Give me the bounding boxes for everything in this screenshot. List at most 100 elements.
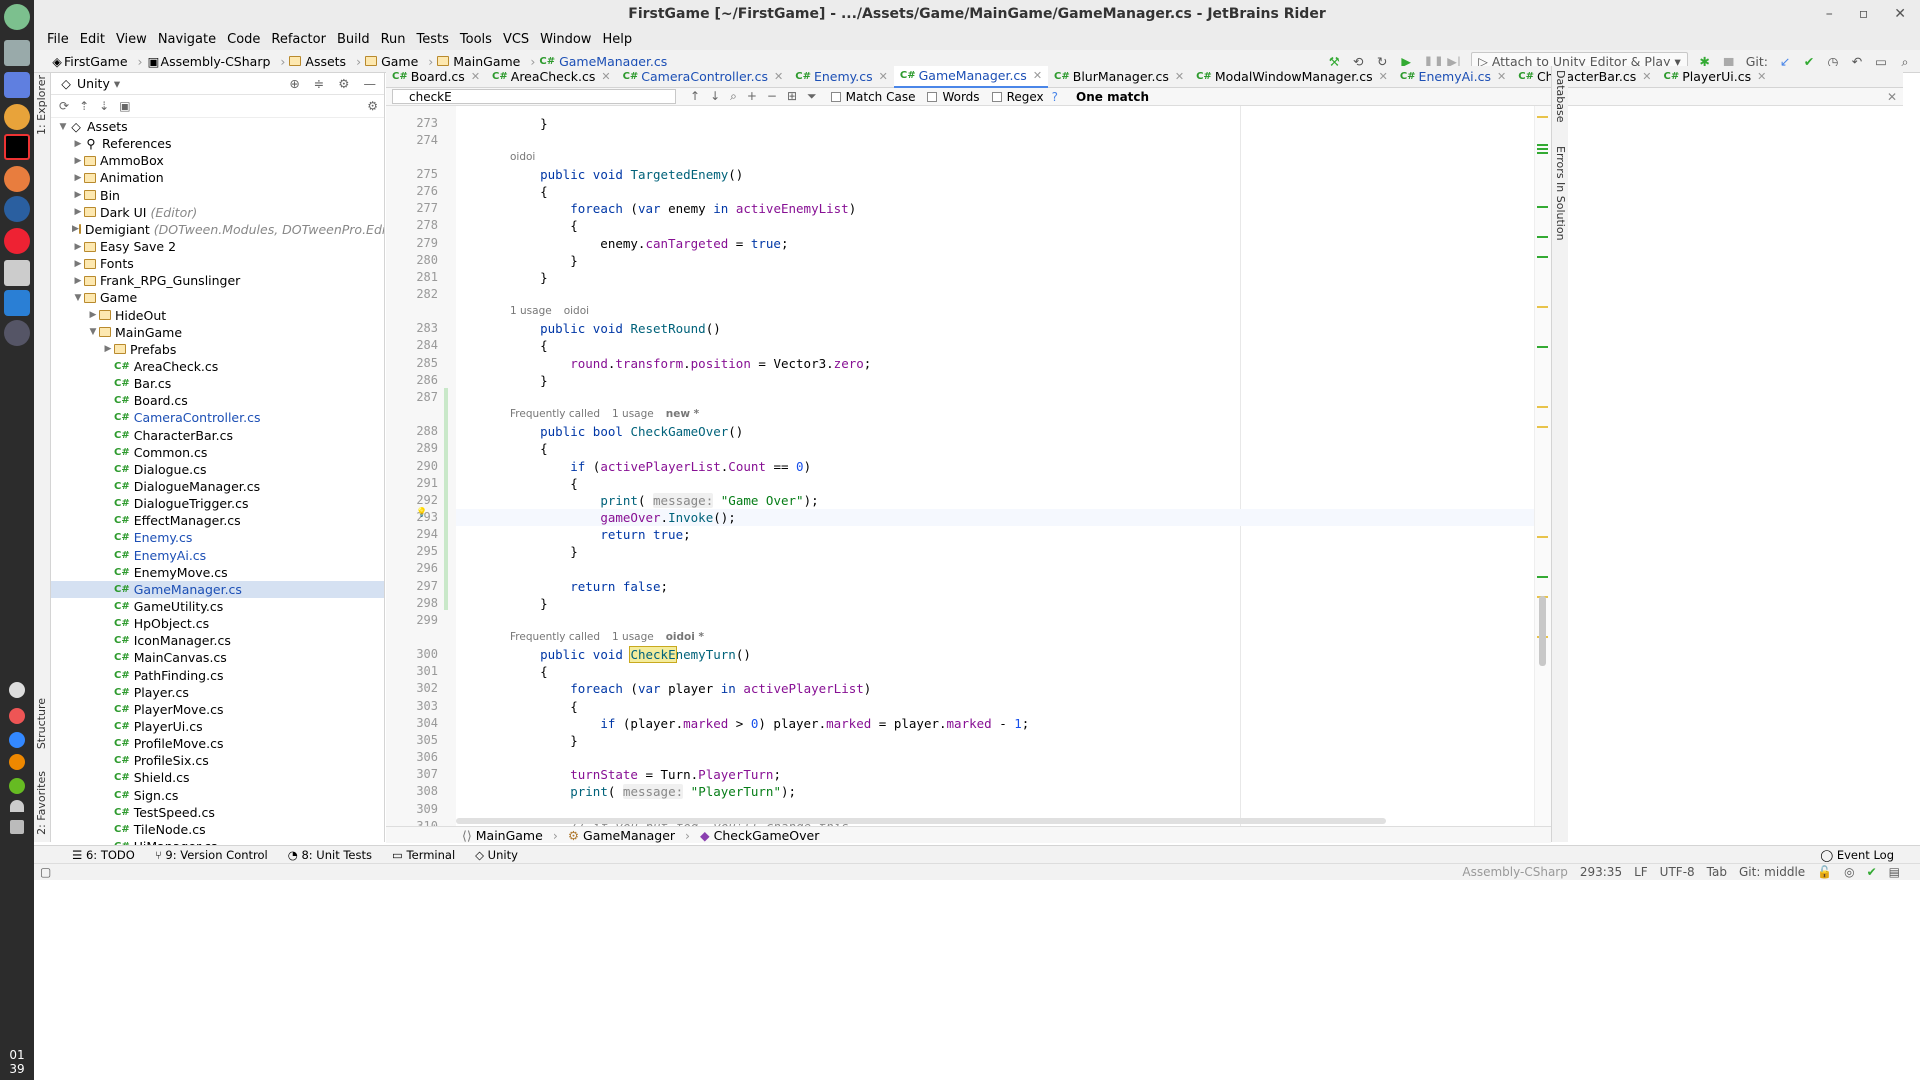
- tree-file-item[interactable]: C# EnemyAi.cs: [51, 547, 384, 564]
- editor-tab[interactable]: C# CameraController.cs ✕: [617, 66, 790, 88]
- find-all-icon[interactable]: ⌕: [730, 89, 737, 104]
- menu-help[interactable]: Help: [602, 32, 632, 47]
- error-stripe-scrollbar[interactable]: [1534, 106, 1551, 826]
- code-vision-hint[interactable]: 1 usage: [612, 631, 654, 643]
- firefox-tray-icon[interactable]: [9, 754, 25, 770]
- visual-studio-icon[interactable]: [4, 72, 30, 98]
- lock-icon[interactable]: 🔓: [1817, 865, 1832, 879]
- scroll-marker[interactable]: [1537, 116, 1548, 118]
- tree-folder-item[interactable]: ▶ Bin: [51, 187, 384, 204]
- line-number[interactable]: 291: [386, 476, 438, 490]
- code-vision-hint[interactable]: Frequently called: [510, 631, 600, 643]
- scroll-marker[interactable]: [1537, 406, 1548, 408]
- minimize-icon[interactable]: –: [1826, 6, 1833, 22]
- regex-checkbox[interactable]: Regex: [991, 90, 1044, 104]
- tree-file-item[interactable]: C# AreaCheck.cs: [51, 358, 384, 375]
- editor-tab[interactable]: C# ModalWindowManager.cs ✕: [1190, 66, 1394, 88]
- line-number[interactable]: 299: [386, 613, 438, 627]
- tree-folder-item[interactable]: ▶ Animation: [51, 169, 384, 186]
- todo-tool-button[interactable]: ☰ 6: TODO: [72, 848, 135, 862]
- code-vision-hint[interactable]: new *: [666, 408, 699, 420]
- code-vision-hint[interactable]: 1 usage: [612, 408, 654, 420]
- code-vision-hint[interactable]: 1 usage: [510, 305, 552, 317]
- inspection-icon[interactable]: ◎: [1844, 865, 1854, 879]
- database-tool-tab[interactable]: Database: [1554, 70, 1567, 123]
- line-number[interactable]: 285: [386, 356, 438, 370]
- line-number[interactable]: 295: [386, 544, 438, 558]
- chevron-right-icon[interactable]: ▶: [72, 207, 84, 217]
- status-assembly[interactable]: Assembly-CSharp: [1462, 865, 1567, 879]
- gear-icon[interactable]: ⚙: [338, 76, 349, 91]
- chevron-down-icon[interactable]: ▼: [87, 327, 99, 337]
- line-number[interactable]: 288: [386, 424, 438, 438]
- tree-folder-item[interactable]: ▶ AmmoBox: [51, 152, 384, 169]
- tree-folder-item[interactable]: ▶ Dark UI (Editor): [51, 204, 384, 221]
- tree-file-item[interactable]: C# CameraController.cs: [51, 409, 384, 426]
- vscode-icon[interactable]: [4, 290, 30, 316]
- scroll-marker[interactable]: [1537, 152, 1548, 154]
- line-number[interactable]: 301: [386, 664, 438, 678]
- line-number[interactable]: 293: [386, 510, 438, 524]
- tree-folder-item[interactable]: ▶ Fonts: [51, 255, 384, 272]
- tree-folder-item[interactable]: ▶ Frank_RPG_Gunslinger: [51, 272, 384, 289]
- unity-tool-button[interactable]: ◇ Unity: [475, 848, 518, 862]
- unit-tests-tool-button[interactable]: ◔ 8: Unit Tests: [288, 848, 372, 862]
- ok-icon[interactable]: ✔: [1867, 865, 1877, 879]
- code-editor[interactable]: 273 274 275 276 277 278 279 280 281 282 283 284 285 2…: [386, 106, 1534, 826]
- chevron-down-icon[interactable]: ▼: [72, 293, 84, 303]
- code-vision-hint[interactable]: oidoi: [510, 151, 535, 163]
- opera-icon[interactable]: [4, 228, 30, 254]
- menu-tools[interactable]: Tools: [460, 32, 492, 47]
- prev-match-icon[interactable]: ↑: [690, 89, 700, 104]
- editor-tab[interactable]: C# EnemyAi.cs ✕: [1394, 66, 1512, 88]
- line-number[interactable]: 282: [386, 287, 438, 301]
- nav-crumb-project[interactable]: ▣ Assembly-CSharp: [147, 54, 271, 69]
- close-tab-icon[interactable]: ✕: [1379, 70, 1388, 83]
- explorer-tool-tab[interactable]: 1: Explorer: [35, 75, 48, 135]
- editor-tab[interactable]: C# PlayerUi.cs ✕: [1657, 66, 1772, 88]
- scroll-thumb[interactable]: [1539, 596, 1546, 666]
- bluetooth-icon[interactable]: [9, 732, 25, 748]
- tree-file-item[interactable]: C# PathFinding.cs: [51, 667, 384, 684]
- memory-icon[interactable]: ▤: [1889, 865, 1900, 879]
- line-number[interactable]: 302: [386, 681, 438, 695]
- line-number[interactable]: 278: [386, 218, 438, 232]
- app-launcher-icon[interactable]: [4, 4, 30, 30]
- tree-folder-item[interactable]: ▶ Easy Save 2: [51, 238, 384, 255]
- line-number[interactable]: 309: [386, 802, 438, 816]
- menu-tests[interactable]: Tests: [417, 32, 449, 47]
- hide-icon[interactable]: —: [364, 76, 377, 91]
- maximize-icon[interactable]: ▫: [1859, 6, 1869, 22]
- terminal-icon[interactable]: [4, 320, 30, 346]
- chevron-down-icon[interactable]: ▼: [57, 122, 69, 132]
- find-input[interactable]: [392, 89, 676, 104]
- horizontal-scrollbar[interactable]: [456, 818, 1386, 824]
- code-vision-hint[interactable]: oidoi: [564, 305, 589, 317]
- close-icon[interactable]: ✕: [1894, 6, 1906, 22]
- chevron-right-icon[interactable]: ▶: [102, 344, 114, 354]
- close-tab-icon[interactable]: ✕: [1642, 70, 1651, 83]
- line-number[interactable]: 303: [386, 699, 438, 713]
- line-number[interactable]: 297: [386, 579, 438, 593]
- menu-view[interactable]: View: [116, 32, 147, 47]
- files-icon[interactable]: [4, 40, 30, 66]
- tree-folder-item[interactable]: ▼ Game: [51, 289, 384, 306]
- close-tab-icon[interactable]: ✕: [471, 70, 480, 83]
- clock[interactable]: 01 39: [0, 1048, 34, 1076]
- line-number[interactable]: 287: [386, 390, 438, 404]
- tree-file-item[interactable]: C# Dialogue.cs: [51, 461, 384, 478]
- code-vision-hint[interactable]: Frequently called: [510, 408, 600, 420]
- crumb-namespace[interactable]: ⟨⟩ MainGame: [462, 828, 543, 843]
- crumb-method[interactable]: ◆ CheckGameOver: [700, 828, 819, 843]
- favorites-tool-tab[interactable]: 2: Favorites: [35, 771, 48, 835]
- tree-file-item[interactable]: C# ProfileSix.cs: [51, 752, 384, 769]
- refresh-icon[interactable]: ⟳: [59, 99, 69, 113]
- editor-tab[interactable]: C# CharacterBar.cs ✕: [1512, 66, 1657, 88]
- wifi-icon[interactable]: [10, 800, 24, 812]
- collapse-icon[interactable]: ≑: [314, 76, 324, 91]
- scroll-marker[interactable]: [1537, 576, 1548, 578]
- chevron-right-icon[interactable]: ▶: [72, 276, 84, 286]
- structure-tool-tab[interactable]: Structure: [35, 698, 48, 749]
- tree-file-item[interactable]: C# PlayerUi.cs: [51, 718, 384, 735]
- tree-file-item[interactable]: C# TileNode.cs: [51, 821, 384, 838]
